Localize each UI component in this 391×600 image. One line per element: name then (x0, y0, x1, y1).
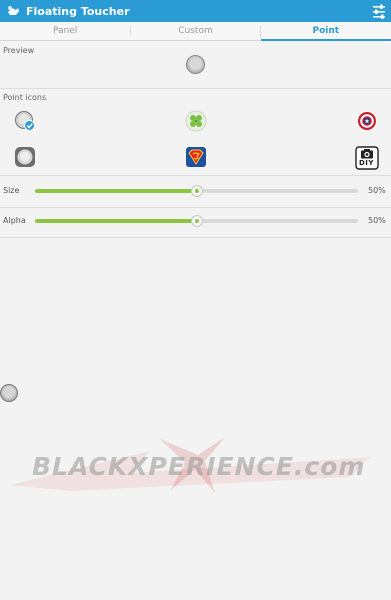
tab-panel[interactable]: Panel (0, 22, 130, 40)
alpha-value: 50% (368, 216, 386, 225)
settings-sliders-icon[interactable] (371, 2, 387, 20)
divider (0, 175, 391, 176)
hand-pointer-icon (8, 6, 19, 15)
diy-label: DIY (359, 159, 374, 167)
app-title: Floating Toucher (26, 4, 130, 18)
superman-logo-icon[interactable] (185, 146, 207, 168)
divider (0, 207, 391, 208)
alpha-slider-fill (35, 219, 197, 223)
preview-label: Preview (3, 46, 35, 55)
size-label: Size (3, 186, 20, 195)
tab-separator (130, 26, 131, 37)
divider (0, 237, 391, 238)
tab-point[interactable]: Point (260, 22, 391, 41)
preview-point (186, 55, 205, 74)
gray-ball-checked-icon[interactable] (14, 110, 36, 132)
divider (0, 88, 391, 89)
diy-camera-icon[interactable]: DIY (355, 146, 379, 170)
alpha-slider[interactable] (35, 215, 358, 227)
captain-shield-icon[interactable] (356, 110, 378, 132)
tab-custom[interactable]: Custom (130, 22, 260, 40)
point-icons-label: Point icons (3, 93, 47, 102)
size-slider[interactable] (35, 185, 358, 197)
tab-separator (260, 26, 261, 37)
size-slider-thumb[interactable] (190, 185, 203, 197)
alpha-slider-thumb[interactable] (190, 215, 203, 227)
tab-bar: Panel Custom Point (0, 22, 391, 41)
action-bar: Floating Toucher (0, 0, 391, 22)
gray-rounded-square-icon[interactable] (14, 146, 36, 168)
green-clover-icon[interactable] (185, 110, 207, 132)
size-value: 50% (368, 186, 386, 195)
alpha-label: Alpha (3, 216, 26, 225)
size-slider-fill (35, 189, 197, 193)
watermark-text: BLACKXPERIENCE.com (32, 452, 366, 481)
floating-touch-point[interactable] (0, 384, 18, 402)
